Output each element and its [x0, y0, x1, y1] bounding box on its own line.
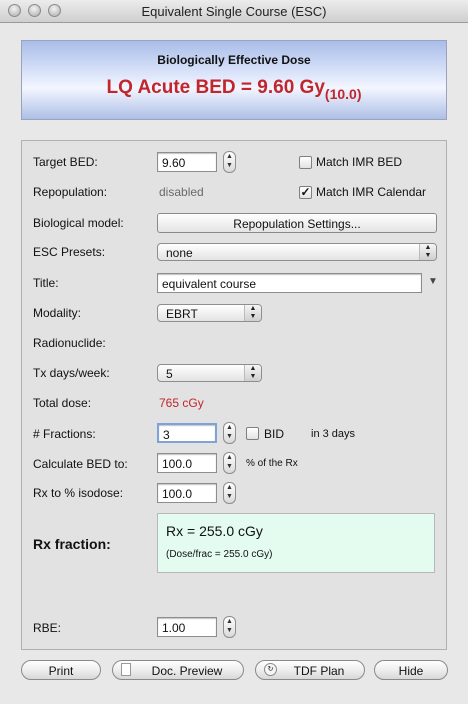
rx-fraction-value: Rx = 255.0 cGy	[166, 523, 263, 539]
fractions-field[interactable]: 3	[157, 423, 217, 443]
calc-bed-stepper[interactable]: ▲ ▼	[223, 452, 236, 474]
bed-result-text: LQ Acute BED = 9.60 Gy	[106, 77, 325, 98]
radionuclide-label: Radionuclide:	[33, 336, 106, 350]
total-dose-value: 765 cGy	[159, 396, 204, 410]
match-imr-bed-checkbox[interactable]	[299, 156, 312, 169]
rx-isodose-field[interactable]: 100.0	[157, 483, 217, 503]
esc-presets-value: none	[166, 246, 193, 260]
rbe-field[interactable]: 1.00	[157, 617, 217, 637]
doc-preview-label: Doc. Preview	[151, 664, 223, 678]
tx-days-value: 5	[166, 367, 173, 381]
tdf-app-icon: ↻	[264, 663, 277, 676]
bed-header: Biologically Effective Dose LQ Acute BED…	[21, 40, 447, 120]
rbe-stepper[interactable]: ▲ ▼	[223, 616, 236, 638]
fractions-stepper[interactable]: ▲ ▼	[223, 422, 236, 444]
target-bed-label: Target BED:	[33, 155, 98, 169]
tx-days-select[interactable]: 5 ▲ ▼	[157, 364, 262, 382]
calc-bed-suffix: % of the Rx	[246, 458, 298, 469]
print-button[interactable]: Print	[21, 660, 101, 680]
tx-days-label: Tx days/week:	[33, 366, 110, 380]
bed-result-alpha-beta: (10.0)	[324, 86, 362, 102]
tdf-plan-label: TDF Plan	[293, 664, 345, 678]
hide-button[interactable]: Hide	[374, 660, 448, 680]
total-dose-label: Total dose:	[33, 396, 92, 410]
bid-checkbox[interactable]	[246, 427, 259, 440]
fractions-days-text: in 3 days	[311, 428, 356, 440]
rx-fraction-detail: (Dose/frac = 255.0 cGy)	[166, 549, 273, 560]
calc-bed-field[interactable]: 100.0	[157, 453, 217, 473]
target-bed-stepper[interactable]: ▲ ▼	[223, 151, 236, 173]
match-imr-bed-label: Match IMR BED	[316, 155, 403, 169]
modality-select[interactable]: EBRT ▲ ▼	[157, 304, 262, 322]
window-titlebar: Equivalent Single Course (ESC)	[0, 0, 468, 23]
header-bed-result: LQ Acute BED = 9.60 Gy(10.0)	[22, 77, 446, 102]
tdf-plan-button[interactable]: ↻ TDF Plan	[255, 660, 365, 680]
repopulation-settings-button[interactable]: Repopulation Settings...	[157, 213, 437, 233]
title-field[interactable]: equivalent course	[157, 273, 422, 293]
header-subtitle: Biologically Effective Dose	[157, 53, 311, 67]
rbe-label: RBE:	[33, 621, 62, 635]
target-bed-field[interactable]: 9.60	[157, 152, 217, 172]
rx-isodose-stepper[interactable]: ▲ ▼	[223, 482, 236, 504]
repopulation-label: Repopulation:	[33, 185, 108, 199]
modality-value: EBRT	[166, 307, 198, 321]
esc-presets-select[interactable]: none ▲ ▼	[157, 243, 437, 261]
rx-fraction-box: Rx = 255.0 cGy (Dose/frac = 255.0 cGy)	[157, 513, 435, 573]
bio-model-label: Biological model:	[33, 216, 124, 230]
rx-isodose-label: Rx to % isodose:	[33, 486, 124, 500]
bid-label: BID	[264, 427, 285, 441]
select-arrows-icon: ▲ ▼	[419, 244, 436, 260]
repopulation-value: disabled	[159, 185, 204, 199]
calc-bed-label: Calculate BED to:	[33, 457, 128, 471]
document-icon	[121, 663, 131, 676]
title-label: Title:	[33, 276, 59, 290]
title-dropdown-triangle-icon[interactable]: ▼	[428, 276, 438, 287]
doc-preview-button[interactable]: Doc. Preview	[112, 660, 244, 680]
match-imr-calendar-label: Match IMR Calendar	[316, 185, 427, 199]
select-arrows-icon: ▲ ▼	[244, 305, 261, 321]
window-title: Equivalent Single Course (ESC)	[141, 4, 327, 19]
select-arrows-icon: ▲ ▼	[244, 365, 261, 381]
fractions-label: # Fractions:	[33, 427, 96, 441]
modality-label: Modality:	[33, 306, 82, 320]
match-imr-calendar-checkbox[interactable]: ✓	[299, 186, 312, 199]
esc-presets-label: ESC Presets:	[33, 245, 106, 259]
rx-fraction-label: Rx fraction:	[33, 536, 111, 552]
